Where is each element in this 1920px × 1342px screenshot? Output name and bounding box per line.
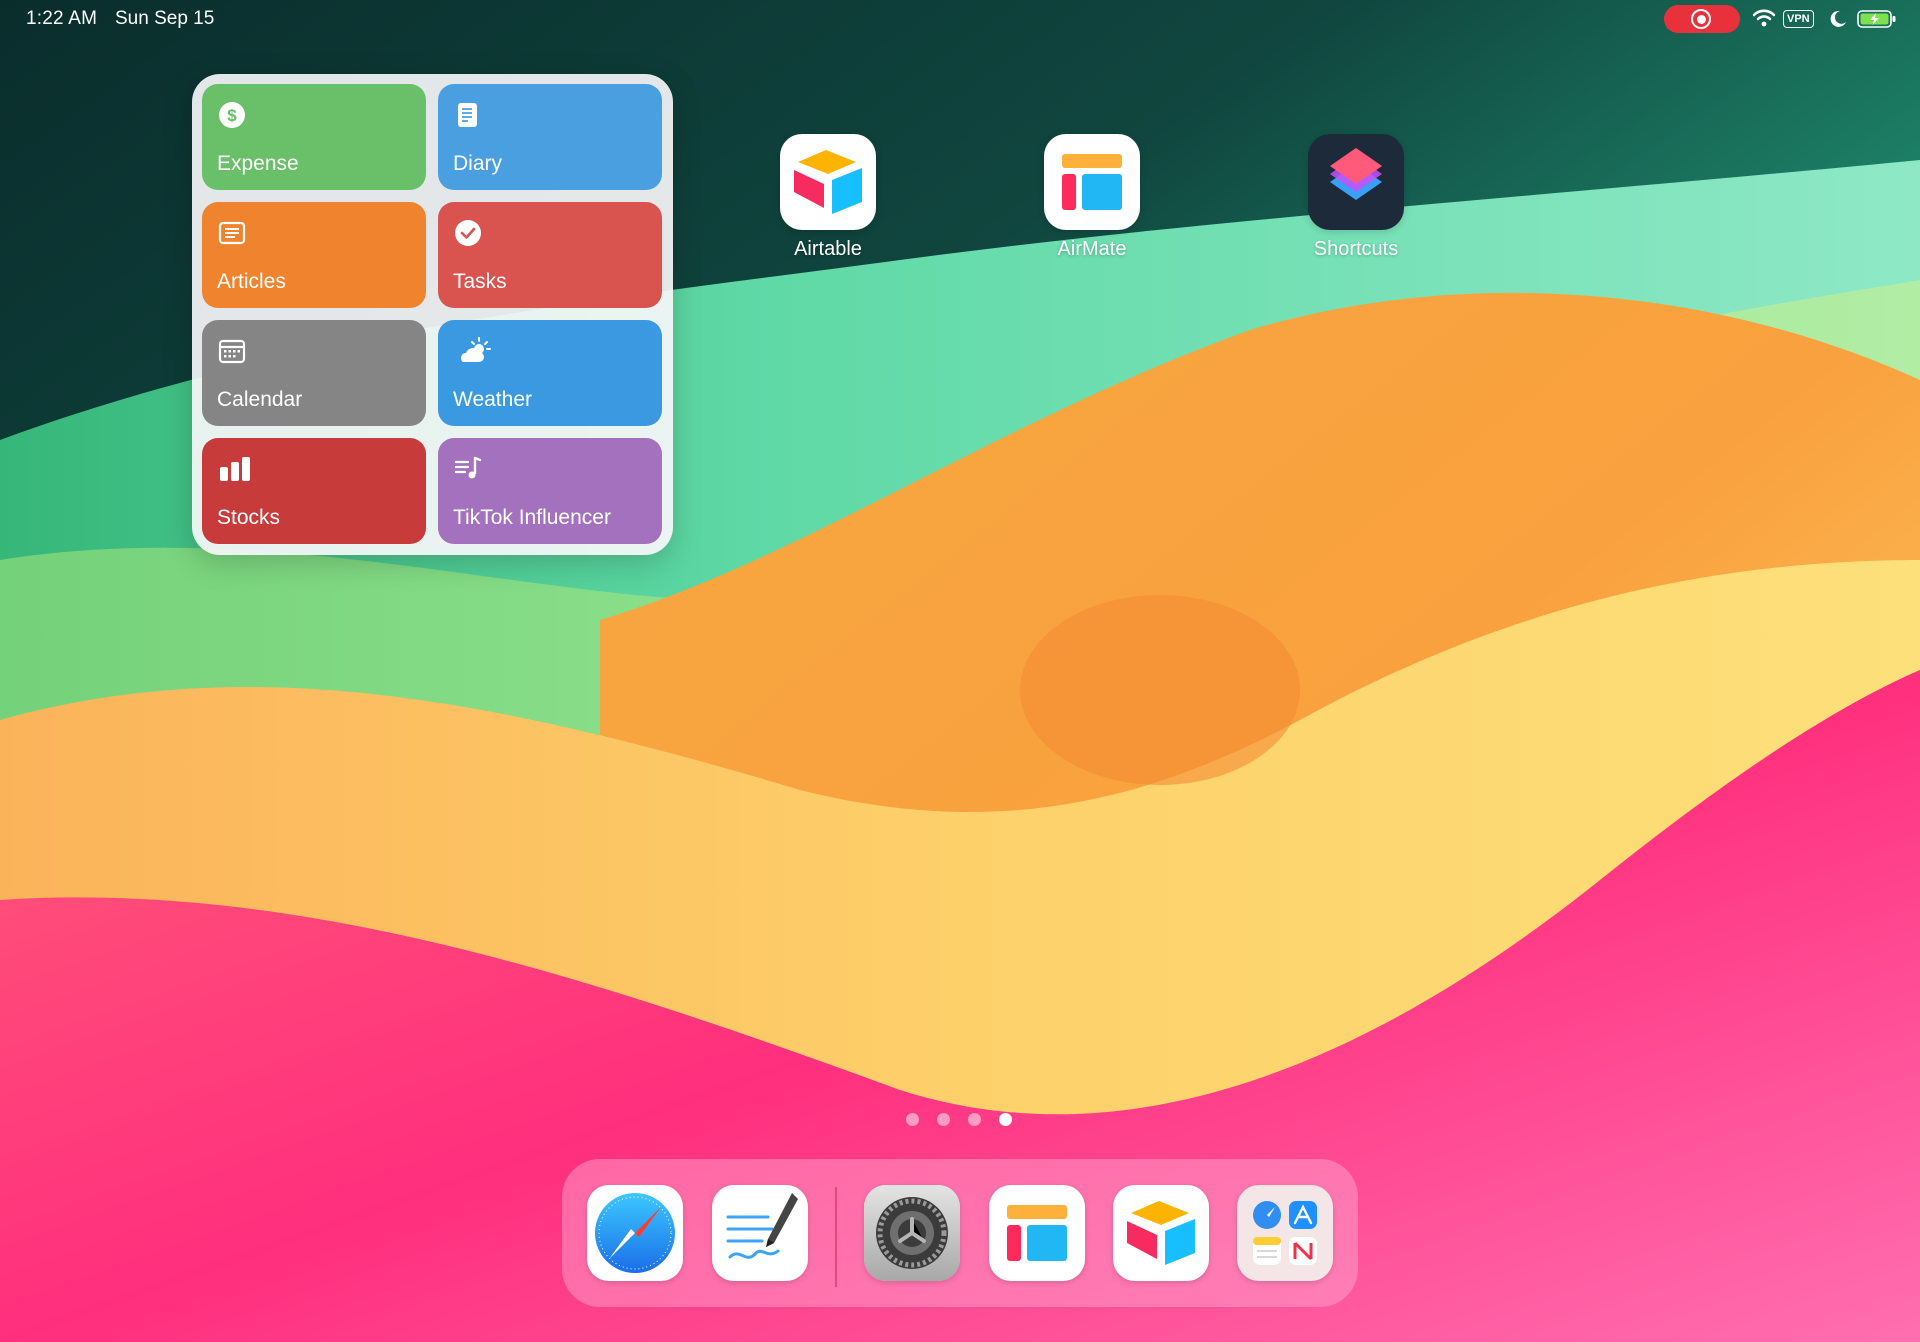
- airmate-icon[interactable]: [989, 1185, 1085, 1281]
- settings-icon[interactable]: [864, 1185, 960, 1281]
- shortcut-tile-calendar[interactable]: Calendar: [202, 320, 426, 426]
- svg-text:$: $: [227, 106, 237, 125]
- music-list-icon: [454, 456, 482, 479]
- dock-divider: [835, 1187, 837, 1287]
- shortcuts-icon: [1308, 134, 1404, 230]
- app-label: Airtable: [794, 238, 862, 260]
- app-shortcuts[interactable]: Shortcuts: [1276, 134, 1436, 261]
- battery-charging-icon: [1857, 10, 1896, 28]
- shortcut-label: Diary: [453, 152, 503, 175]
- shortcut-label: Articles: [217, 270, 286, 293]
- shortcuts-widget: $ Expense Diary Articles Tasks Calendar: [192, 74, 673, 555]
- shortcut-tile-tasks[interactable]: Tasks: [438, 202, 662, 308]
- freeform-icon[interactable]: [712, 1185, 808, 1281]
- document-icon: [458, 103, 477, 127]
- airtable-icon[interactable]: [1113, 1185, 1209, 1281]
- shortcut-label: Stocks: [217, 506, 281, 529]
- airtable-icon: [780, 134, 876, 230]
- shortcut-tile-diary[interactable]: Diary: [438, 84, 662, 190]
- page-indicator[interactable]: [906, 1113, 1012, 1127]
- page-dot[interactable]: [906, 1113, 919, 1126]
- dock: [562, 1159, 1358, 1307]
- page-dot-active[interactable]: [999, 1113, 1012, 1126]
- wifi-icon: [1752, 9, 1776, 27]
- page-dot[interactable]: [937, 1113, 950, 1126]
- shortcut-tile-weather[interactable]: Weather: [438, 320, 662, 426]
- shortcut-label: Tasks: [453, 270, 507, 293]
- safari-icon[interactable]: [587, 1185, 683, 1281]
- dollar-icon: $: [219, 102, 245, 128]
- shortcut-label: Weather: [453, 388, 532, 411]
- shortcut-tile-tiktok-influencer[interactable]: TikTok Influencer: [438, 438, 662, 544]
- shortcut-tile-articles[interactable]: Articles: [202, 202, 426, 308]
- status-bar: 1:22 AM Sun Sep 15 VPN: [0, 0, 1920, 40]
- screen-record-icon[interactable]: [1664, 5, 1740, 33]
- airmate-icon: [1044, 134, 1140, 230]
- shortcut-label: TikTok Influencer: [453, 506, 611, 529]
- app-label: Shortcuts: [1313, 238, 1399, 260]
- page-dot[interactable]: [968, 1113, 981, 1126]
- bar-chart-icon: [220, 457, 250, 481]
- status-date: Sun Sep 15: [115, 8, 215, 29]
- checkmark-icon: [455, 220, 481, 246]
- shortcut-label: Calendar: [217, 388, 303, 411]
- app-label: AirMate: [1057, 238, 1127, 260]
- app-airmate[interactable]: AirMate: [1012, 134, 1172, 261]
- shortcut-label: Expense: [217, 152, 299, 175]
- calendar-icon: [218, 339, 246, 364]
- shortcut-tile-expense[interactable]: $ Expense: [202, 84, 426, 190]
- vpn-icon: VPN: [1783, 10, 1814, 28]
- status-time: 1:22 AM: [26, 8, 98, 29]
- list-icon: [218, 221, 246, 245]
- shortcut-tile-stocks[interactable]: Stocks: [202, 438, 426, 544]
- app-library-icon[interactable]: [1237, 1185, 1333, 1281]
- weather-icon: [461, 337, 491, 362]
- moon-icon: [1830, 10, 1846, 27]
- app-airtable[interactable]: Airtable: [748, 134, 908, 261]
